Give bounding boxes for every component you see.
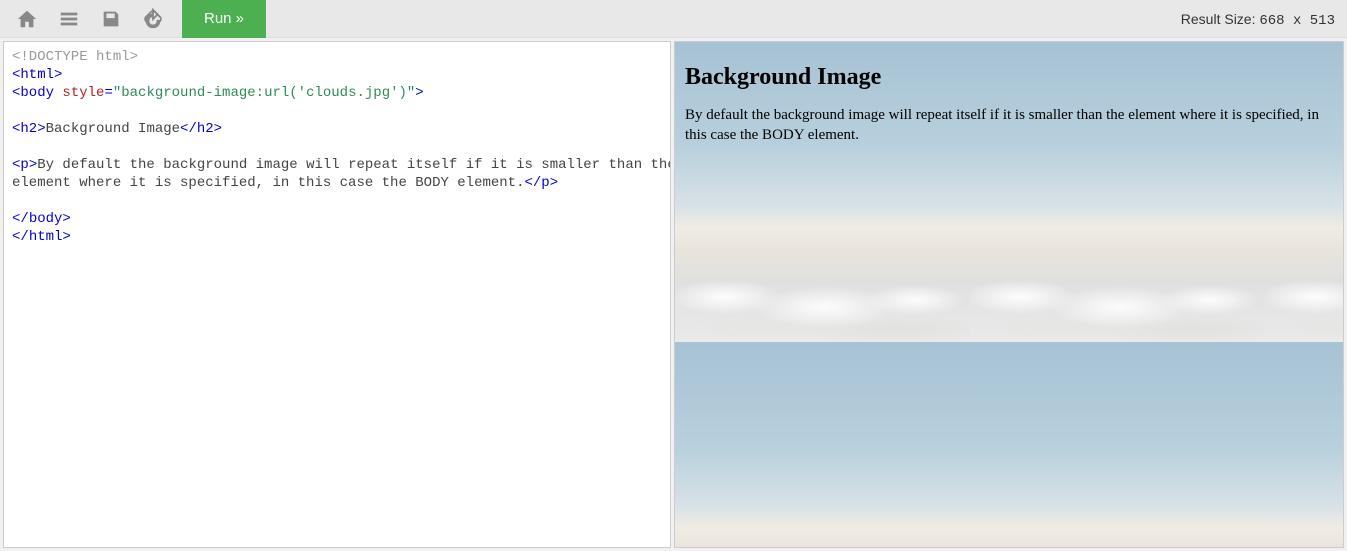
run-button[interactable]: Run »: [182, 0, 266, 38]
preview-content: Background Image By default the backgrou…: [675, 42, 1343, 154]
preview-pane: Background Image By default the backgrou…: [674, 41, 1344, 548]
result-size-label: Result Size:: [1181, 11, 1256, 27]
code-editor[interactable]: <!DOCTYPE html> <html> <body style="back…: [3, 41, 671, 548]
result-size: Result Size: 668 x 513: [1181, 0, 1335, 40]
rotate-icon[interactable]: [132, 0, 174, 38]
preview-paragraph: By default the background image will rep…: [685, 105, 1333, 146]
toolbar: Run » Result Size: 668 x 513: [0, 0, 1347, 38]
home-icon[interactable]: [6, 0, 48, 38]
preview-heading: Background Image: [685, 64, 1333, 91]
main-panes: <!DOCTYPE html> <html> <body style="back…: [0, 38, 1347, 551]
save-icon[interactable]: [90, 0, 132, 38]
menu-icon[interactable]: [48, 0, 90, 38]
result-size-value: 668 x 513: [1259, 13, 1335, 29]
